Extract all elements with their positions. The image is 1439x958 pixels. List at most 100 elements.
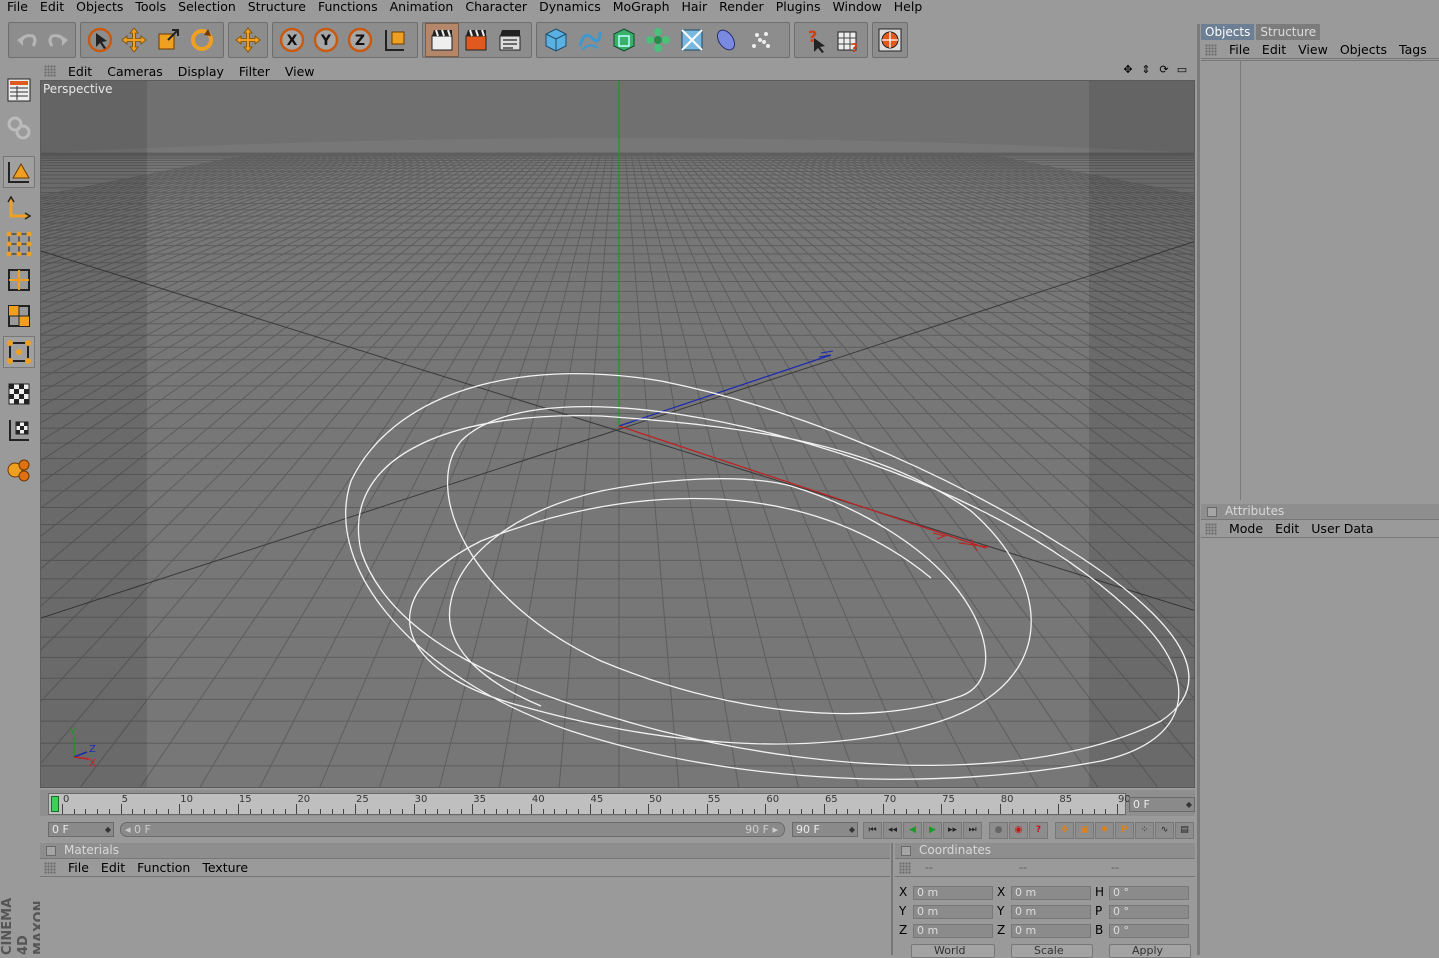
scene-object-button[interactable] xyxy=(709,23,743,57)
objects-menu-edit[interactable]: Edit xyxy=(1256,42,1292,57)
drag-handle-icon[interactable] xyxy=(44,65,56,77)
polygons-mode-button[interactable] xyxy=(3,300,35,332)
materials-menu-edit[interactable]: Edit xyxy=(95,860,131,875)
menu-functions[interactable]: Functions xyxy=(311,0,383,14)
live-selection-button[interactable] xyxy=(83,23,117,57)
dolly-view-icon[interactable]: ⇕ xyxy=(1139,63,1153,76)
spline-object-button[interactable] xyxy=(573,23,607,57)
drag-handle-icon[interactable] xyxy=(899,861,911,874)
apply-button[interactable]: Apply xyxy=(1109,944,1191,958)
materials-area[interactable] xyxy=(40,878,890,955)
materials-menu-function[interactable]: Function xyxy=(131,860,196,875)
points-mode-button[interactable] xyxy=(3,228,35,260)
menu-animation[interactable]: Animation xyxy=(383,0,459,14)
menu-window[interactable]: Window xyxy=(825,0,886,14)
menu-mograph[interactable]: MoGraph xyxy=(606,0,675,14)
coord-value-field[interactable]: 0 m xyxy=(1011,924,1091,938)
key-parameter-button[interactable]: P xyxy=(1115,821,1134,839)
autokey-button[interactable]: ◉ xyxy=(1009,821,1028,839)
z-axis-lock-button[interactable]: Z xyxy=(343,23,377,57)
record-position-button[interactable]: ● xyxy=(989,821,1008,839)
viewport-menu-filter[interactable]: Filter xyxy=(233,64,279,79)
edges-mode-button[interactable] xyxy=(3,264,35,296)
viewport-menu-cameras[interactable]: Cameras xyxy=(101,64,172,79)
go-to-end-button[interactable]: ⏭ xyxy=(963,821,982,839)
coord-value-field[interactable]: 0 ° xyxy=(1109,924,1189,938)
range-slider[interactable]: ◂ 0 F 90 F ▸ xyxy=(120,822,785,837)
materials-menu-texture[interactable]: Texture xyxy=(196,860,254,875)
attributes-menu-edit[interactable]: Edit xyxy=(1269,521,1305,536)
menu-character[interactable]: Character xyxy=(458,0,532,14)
objects-menu-objects[interactable]: Objects xyxy=(1334,42,1393,57)
menu-plugins[interactable]: Plugins xyxy=(769,0,826,14)
scale-tool-button[interactable] xyxy=(151,23,185,57)
viewport-menu-display[interactable]: Display xyxy=(172,64,233,79)
start-frame-field[interactable]: 0 F ◆ xyxy=(48,822,114,837)
texture-axis-button[interactable] xyxy=(3,414,35,446)
redo-button[interactable] xyxy=(42,23,73,57)
menu-structure[interactable]: Structure xyxy=(241,0,311,14)
key-position-button[interactable]: ✥ xyxy=(1055,821,1074,839)
panel-splitter[interactable] xyxy=(891,843,893,955)
scale-mode-select[interactable]: Scale xyxy=(1011,944,1093,958)
array-object-button[interactable] xyxy=(641,23,675,57)
viewport-menu-edit[interactable]: Edit xyxy=(62,64,101,79)
coord-value-field[interactable]: 0 m xyxy=(913,924,993,938)
attributes-menu-mode[interactable]: Mode xyxy=(1223,521,1269,536)
coord-value-field[interactable]: 0 m xyxy=(1011,886,1091,900)
objects-menu-view[interactable]: View xyxy=(1292,42,1334,57)
rotate-view-icon[interactable]: ⟳ xyxy=(1157,63,1171,76)
timeline-window-button[interactable]: ▤ xyxy=(1175,821,1194,839)
particle-object-button[interactable] xyxy=(743,23,777,57)
cube-object-button[interactable] xyxy=(539,23,573,57)
online-help-button[interactable] xyxy=(875,23,905,57)
coord-value-field[interactable]: 0 m xyxy=(913,905,993,919)
drag-handle-icon[interactable] xyxy=(1205,522,1217,535)
menu-render[interactable]: Render xyxy=(712,0,769,14)
recent-tool-button[interactable] xyxy=(231,23,265,57)
render-view-button[interactable] xyxy=(425,23,459,57)
viewport-menu-view[interactable]: View xyxy=(279,64,324,79)
previous-frame-button[interactable]: ◂◂ xyxy=(883,821,902,839)
context-help-button[interactable]: ? xyxy=(797,23,831,57)
menu-help[interactable]: Help xyxy=(887,0,928,14)
menu-tools[interactable]: Tools xyxy=(128,0,171,14)
tab-objects[interactable]: Objects xyxy=(1201,24,1255,40)
nurbs-object-button[interactable] xyxy=(607,23,641,57)
model-mode-button[interactable] xyxy=(3,156,35,188)
objects-menu-tags[interactable]: Tags xyxy=(1393,42,1433,57)
panel-toggle-checkbox[interactable] xyxy=(901,846,911,856)
key-rotation-button[interactable]: ✹ xyxy=(1095,821,1114,839)
layout-button[interactable] xyxy=(3,74,35,106)
key-pla-button[interactable]: ⁘ xyxy=(1135,821,1154,839)
timeline-ruler[interactable]: 0 5 10 15 20 25 30 35 40 45 50 55 60 65 70 75 80 85 90 xyxy=(48,793,1131,815)
key-scale-button[interactable]: ▣ xyxy=(1075,821,1094,839)
objects-menu-file[interactable]: File xyxy=(1223,42,1256,57)
commander-button[interactable]: ? xyxy=(831,23,865,57)
menu-file[interactable]: File xyxy=(0,0,33,14)
play-forwards-button[interactable]: ▶ xyxy=(923,821,942,839)
render-settings-button[interactable] xyxy=(493,23,527,57)
coordinate-mode-select[interactable]: World xyxy=(911,944,995,958)
attributes-menu-user-data[interactable]: User Data xyxy=(1305,521,1379,536)
maximize-view-icon[interactable]: ▭ xyxy=(1175,63,1189,76)
perspective-viewport[interactable]: Perspective Y Z X xyxy=(40,80,1195,788)
texture-mode-button[interactable] xyxy=(3,378,35,410)
rotate-tool-button[interactable] xyxy=(185,23,219,57)
panel-toggle-checkbox[interactable] xyxy=(1207,507,1217,517)
coord-value-field[interactable]: 0 ° xyxy=(1109,886,1189,900)
sculpt-mode-button[interactable] xyxy=(3,454,35,486)
drag-handle-icon[interactable] xyxy=(44,861,56,874)
render-picture-viewer-button[interactable] xyxy=(459,23,493,57)
coord-value-field[interactable]: 0 m xyxy=(913,886,993,900)
x-axis-lock-button[interactable]: X xyxy=(275,23,309,57)
uv-polygons-mode-button[interactable] xyxy=(3,336,35,368)
make-editable-button[interactable] xyxy=(3,112,35,144)
end-frame-field[interactable]: 90 F ◆ xyxy=(792,822,858,837)
next-frame-button[interactable]: ▸▸ xyxy=(943,821,962,839)
key-interpolation-button[interactable]: ∿ xyxy=(1155,821,1174,839)
move-tool-button[interactable] xyxy=(117,23,151,57)
move-view-icon[interactable]: ✥ xyxy=(1121,63,1135,76)
undo-button[interactable] xyxy=(11,23,42,57)
object-manager-list[interactable] xyxy=(1201,60,1439,500)
